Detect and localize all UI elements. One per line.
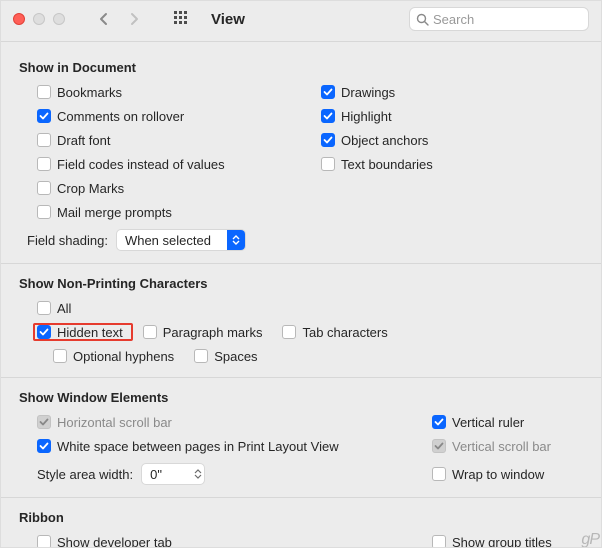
sid-mail-merge-prompts-checkbox[interactable] [37, 205, 51, 219]
window-title: View [211, 11, 245, 28]
field-shading-value: When selected [125, 233, 211, 248]
sid-bookmarks-label: Bookmarks [57, 85, 122, 100]
sid-highlight-label: Highlight [341, 109, 392, 124]
style-area-width-label: Style area width: [37, 467, 133, 482]
forward-button[interactable] [123, 9, 145, 29]
sid-comments-on-rollover-label: Comments on rollover [57, 109, 184, 124]
sid-drawings-label: Drawings [341, 85, 395, 100]
sid-drawings-checkbox[interactable] [321, 85, 335, 99]
np-hidden-text-row: Hidden text [33, 323, 133, 341]
we-vertical-scroll-checkbox [432, 439, 446, 453]
section-nonprinting-title: Show Non-Printing Characters [19, 276, 583, 291]
sid-highlight-row: Highlight [321, 107, 583, 125]
we-vertical-ruler-checkbox[interactable] [432, 415, 446, 429]
style-area-width-value: 0" [150, 467, 162, 482]
ribbon-group-titles-label: Show group titles [452, 535, 552, 548]
watermark: gP [581, 531, 599, 547]
search-icon [416, 13, 429, 26]
section-ribbon-title: Ribbon [1, 510, 583, 525]
sid-field-codes-instead-of-values-row: Field codes instead of values [37, 155, 317, 173]
np-spaces-label: Spaces [214, 349, 257, 364]
sid-text-boundaries-row: Text boundaries [321, 155, 583, 173]
sid-crop-marks-checkbox[interactable] [37, 181, 51, 195]
section-show-in-document-title: Show in Document [19, 60, 583, 75]
np-hidden-text-checkbox[interactable] [37, 325, 51, 339]
we-vertical-scroll-label: Vertical scroll bar [452, 439, 551, 454]
np-hidden-text-label: Hidden text [57, 325, 123, 340]
search-input[interactable] [429, 11, 582, 28]
section-window-elements-title: Show Window Elements [19, 390, 583, 405]
we-horizontal-scroll-checkbox [37, 415, 51, 429]
we-white-space-label: White space between pages in Print Layou… [57, 439, 339, 454]
sid-draft-font-checkbox[interactable] [37, 133, 51, 147]
we-vertical-scroll-row: Vertical scroll bar [432, 437, 578, 455]
sid-field-codes-instead-of-values-checkbox[interactable] [37, 157, 51, 171]
np-spaces-row: Spaces [194, 347, 257, 365]
sid-object-anchors-row: Object anchors [321, 131, 583, 149]
sid-comments-on-rollover-checkbox[interactable] [37, 109, 51, 123]
np-paragraph-marks-label: Paragraph marks [163, 325, 263, 340]
field-shading-label: Field shading: [27, 233, 108, 248]
np-all-row: All [37, 299, 71, 317]
np-tab-characters-row: Tab characters [282, 323, 387, 341]
ribbon-developer-tab-row: Show developer tab [37, 533, 172, 547]
window-toolbar: View [1, 1, 601, 41]
np-tab-characters-label: Tab characters [302, 325, 387, 340]
np-all-label: All [57, 301, 71, 316]
ribbon-group-titles-row: Show group titles [432, 533, 578, 547]
sid-bookmarks-checkbox[interactable] [37, 85, 51, 99]
np-optional-hyphens-checkbox[interactable] [53, 349, 67, 363]
we-wrap-to-window-label: Wrap to window [452, 467, 544, 482]
sid-bookmarks-row: Bookmarks [37, 83, 317, 101]
we-horizontal-scroll-label: Horizontal scroll bar [57, 415, 172, 430]
ribbon-developer-tab-checkbox[interactable] [37, 535, 51, 547]
sid-object-anchors-checkbox[interactable] [321, 133, 335, 147]
sid-draft-font-label: Draft font [57, 133, 110, 148]
sid-comments-on-rollover-row: Comments on rollover [37, 107, 317, 125]
sid-object-anchors-label: Object anchors [341, 133, 428, 148]
np-tab-characters-checkbox[interactable] [282, 325, 296, 339]
show-all-icon[interactable] [171, 9, 193, 29]
we-white-space-checkbox[interactable] [37, 439, 51, 453]
sid-highlight-checkbox[interactable] [321, 109, 335, 123]
np-paragraph-marks-checkbox[interactable] [143, 325, 157, 339]
sid-drawings-row: Drawings [321, 83, 583, 101]
we-vertical-ruler-label: Vertical ruler [452, 415, 524, 430]
zoom-window-button[interactable] [53, 13, 65, 25]
np-spaces-checkbox[interactable] [194, 349, 208, 363]
we-white-space-row: White space between pages in Print Layou… [37, 437, 339, 455]
np-optional-hyphens-row: Optional hyphens [53, 347, 174, 365]
we-vertical-ruler-row: Vertical ruler [432, 413, 578, 431]
field-shading-select[interactable]: When selected [116, 229, 246, 251]
stepper-arrows-icon [194, 469, 202, 479]
search-field[interactable] [409, 7, 589, 31]
window-controls [13, 13, 65, 25]
sid-text-boundaries-label: Text boundaries [341, 157, 433, 172]
sid-draft-font-row: Draft font [37, 131, 317, 149]
np-paragraph-marks-row: Paragraph marks [143, 323, 263, 341]
sid-field-codes-instead-of-values-label: Field codes instead of values [57, 157, 225, 172]
close-window-button[interactable] [13, 13, 25, 25]
ribbon-developer-tab-label: Show developer tab [57, 535, 172, 548]
select-arrows-icon [227, 230, 245, 250]
back-button[interactable] [93, 9, 115, 29]
we-wrap-to-window-checkbox[interactable] [432, 467, 446, 481]
we-wrap-to-window-row: Wrap to window [432, 465, 578, 483]
sid-text-boundaries-checkbox[interactable] [321, 157, 335, 171]
np-optional-hyphens-label: Optional hyphens [73, 349, 174, 364]
sid-crop-marks-row: Crop Marks [37, 179, 317, 197]
sid-mail-merge-prompts-label: Mail merge prompts [57, 205, 172, 220]
np-all-checkbox[interactable] [37, 301, 51, 315]
we-horizontal-scroll-row: Horizontal scroll bar [37, 413, 172, 431]
ribbon-group-titles-checkbox[interactable] [432, 535, 446, 547]
sid-crop-marks-label: Crop Marks [57, 181, 124, 196]
sid-mail-merge-prompts-row: Mail merge prompts [37, 203, 317, 221]
style-area-width-stepper[interactable]: 0" [141, 463, 205, 485]
minimize-window-button[interactable] [33, 13, 45, 25]
